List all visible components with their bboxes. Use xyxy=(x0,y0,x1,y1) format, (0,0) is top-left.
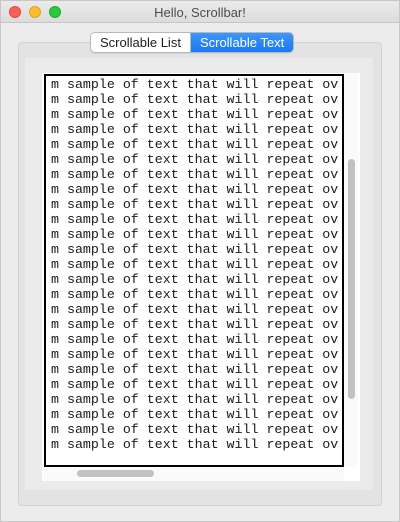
text-line: m sample of text that will repeat ov xyxy=(51,377,339,392)
text-line: m sample of text that will repeat ov xyxy=(51,302,339,317)
text-line: m sample of text that will repeat ov xyxy=(51,392,339,407)
text-line: m sample of text that will repeat ov xyxy=(51,242,339,257)
text-line: m sample of text that will repeat ov xyxy=(51,437,339,452)
text-line: m sample of text that will repeat ov xyxy=(51,77,339,92)
text-line: m sample of text that will repeat ov xyxy=(51,227,339,242)
horizontal-scrollbar-thumb[interactable] xyxy=(77,470,154,477)
vertical-scrollbar-thumb[interactable] xyxy=(348,159,355,399)
text-line: m sample of text that will repeat ov xyxy=(51,257,339,272)
text-line: m sample of text that will repeat ov xyxy=(51,137,339,152)
text-line: m sample of text that will repeat ov xyxy=(51,167,339,182)
text-line: m sample of text that will repeat ov xyxy=(51,287,339,302)
app-window: Hello, Scrollbar! Scrollable List Scroll… xyxy=(0,0,400,522)
text-line: m sample of text that will repeat ov xyxy=(51,422,339,437)
tab-scrollable-list[interactable]: Scrollable List xyxy=(91,33,190,52)
text-line: m sample of text that will repeat ov xyxy=(51,212,339,227)
text-line: m sample of text that will repeat ov xyxy=(51,317,339,332)
title-bar[interactable]: Hello, Scrollbar! xyxy=(1,1,399,23)
tab-bar: Scrollable List Scrollable Text xyxy=(90,32,295,53)
scrollable-text-area[interactable]: m sample of text that will repeat ov m sa… xyxy=(44,74,344,467)
text-content: m sample of text that will repeat ov m sa… xyxy=(51,77,338,452)
text-line: m sample of text that will repeat ov xyxy=(51,182,339,197)
text-line: m sample of text that will repeat ov xyxy=(51,152,339,167)
text-line: m sample of text that will repeat ov xyxy=(51,122,339,137)
text-line: m sample of text that will repeat ov xyxy=(51,362,339,377)
window-title: Hello, Scrollbar! xyxy=(154,5,246,20)
text-line: m sample of text that will repeat ov xyxy=(51,407,339,422)
text-line: m sample of text that will repeat ov xyxy=(51,197,339,212)
text-line: m sample of text that will repeat ov xyxy=(51,332,339,347)
text-line: m sample of text that will repeat ov xyxy=(51,92,339,107)
text-line: m sample of text that will repeat ov xyxy=(51,107,339,122)
text-line: m sample of text that will repeat ov xyxy=(51,347,339,362)
text-line: m sample of text that will repeat ov xyxy=(51,272,339,287)
tab-scrollable-text[interactable]: Scrollable Text xyxy=(189,33,294,52)
